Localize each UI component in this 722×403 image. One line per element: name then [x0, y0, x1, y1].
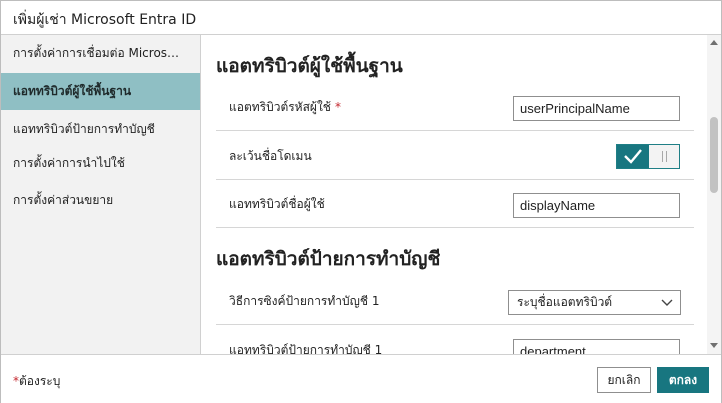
content-scrollbar[interactable]	[707, 35, 721, 354]
sync-method-row: วิธีการซิงค์ป้ายการทำบัญชี 1 ระบุชื่อแอต…	[216, 277, 694, 325]
ignore-domain-toggle[interactable]	[616, 144, 680, 169]
account-label-attribute-input[interactable]: department	[513, 339, 680, 354]
scroll-down-arrow-icon[interactable]	[710, 343, 718, 348]
chevron-down-icon	[661, 299, 673, 306]
required-note: *ต้องระบุ	[13, 374, 61, 388]
sidebar-nav: การตั้งค่าการเชื่อมต่อ Microsoft Entra I…	[1, 35, 201, 354]
ignore-domain-label: ละเว้นชื่อโดเมน	[229, 149, 312, 163]
basic-user-attributes-heading: แอตทริบิวต์ผู้ใช้พื้นฐาน	[216, 55, 403, 77]
account-label-attributes-heading: แอตทริบิวต์ป้ายการทำบัญชี	[216, 248, 441, 270]
account-label-attribute-row: แอททริบิวต์ป้ายการทำบัญชี 1 department	[216, 326, 694, 354]
toggle-off-segment	[649, 145, 679, 168]
user-id-attribute-row: แอตทริบิวต์รหัสผู้ใช้ * userPrincipalName	[216, 83, 694, 131]
user-id-attribute-input[interactable]: userPrincipalName	[513, 96, 680, 121]
toggle-on-segment	[617, 145, 649, 168]
ok-button[interactable]: ตกลง	[657, 367, 709, 393]
account-label-attribute-label: แอททริบิวต์ป้ายการทำบัญชี 1	[229, 343, 383, 354]
sidebar-item-import-settings[interactable]: การตั้งค่าการนำไปใช้	[1, 145, 200, 182]
dialog-footer: *ต้องระบุ ยกเลิก ตกลง	[1, 354, 721, 403]
sync-method-label: วิธีการซิงค์ป้ายการทำบัญชี 1	[229, 294, 380, 308]
sidebar-item-account-label-attributes[interactable]: แอททริบิวต์ป้ายการทำบัญชี	[1, 111, 200, 148]
cancel-button[interactable]: ยกเลิก	[597, 367, 651, 393]
ignore-domain-row: ละเว้นชื่อโดเมน	[216, 132, 694, 180]
check-icon	[624, 149, 642, 164]
dialog-title: เพิ่มผู้เช่า Microsoft Entra ID	[13, 12, 197, 28]
scroll-up-arrow-icon[interactable]	[710, 40, 718, 45]
sidebar-item-basic-user-attributes[interactable]: แอททริบิวต์ผู้ใช้พื้นฐาน	[1, 73, 200, 110]
dialog-title-bar: เพิ่มผู้เช่า Microsoft Entra ID	[1, 1, 721, 35]
add-tenant-dialog: เพิ่มผู้เช่า Microsoft Entra ID การตั้งค…	[0, 0, 722, 403]
required-mark: *	[334, 100, 341, 114]
sidebar-item-extension-settings[interactable]: การตั้งค่าส่วนขยาย	[1, 182, 200, 219]
scroll-thumb[interactable]	[710, 117, 718, 193]
username-attribute-label: แอททริบิวต์ชื่อผู้ใช้	[229, 197, 325, 211]
user-id-attribute-label: แอตทริบิวต์รหัสผู้ใช้ *	[229, 100, 341, 114]
username-attribute-row: แอททริบิวต์ชื่อผู้ใช้ displayName	[216, 180, 694, 228]
sidebar-item-connection-settings[interactable]: การตั้งค่าการเชื่อมต่อ Microsoft Entra I…	[1, 35, 200, 72]
sync-method-select[interactable]: ระบุชื่อแอตทริบิวต์	[508, 290, 681, 315]
content-panel: แอตทริบิวต์ผู้ใช้พื้นฐาน แอตทริบิวต์รหัส…	[201, 35, 707, 354]
sync-method-value: ระบุชื่อแอตทริบิวต์	[517, 295, 613, 309]
username-attribute-input[interactable]: displayName	[513, 193, 680, 218]
